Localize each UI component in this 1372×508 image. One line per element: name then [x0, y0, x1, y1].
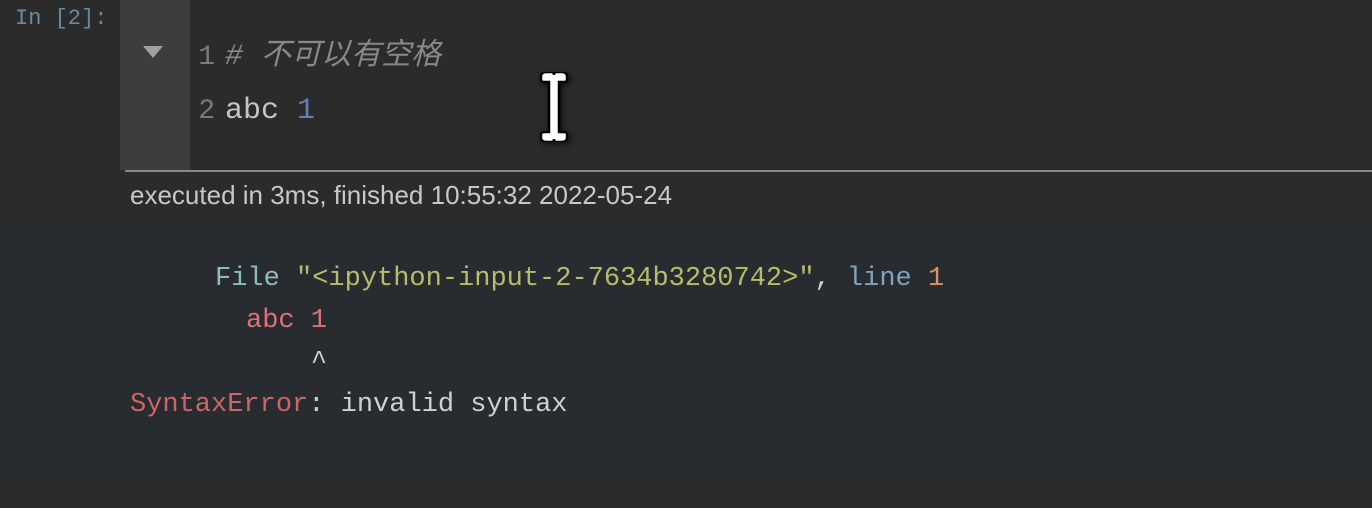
caret-indicator: ^ [311, 348, 327, 378]
identifier: abc [225, 94, 279, 128]
number-literal: 1 [297, 94, 315, 128]
traceback-file-line: File "<ipython-input-2-7634b3280742>", l… [130, 259, 1372, 301]
line-number: 1 [120, 31, 225, 85]
notebook-cell: In [2]: 1 # 不可以有空格 2 abc 1 [0, 0, 1372, 168]
file-label: File [215, 264, 280, 294]
code-editor[interactable]: 1 # 不可以有空格 2 abc 1 [120, 0, 1372, 168]
quote: " [280, 264, 312, 294]
traceback-caret-line: ^ [130, 343, 1372, 385]
code-line: 1 # 不可以有空格 [120, 30, 1372, 84]
code-comment: # 不可以有空格 [225, 30, 441, 84]
input-prompt: In [2]: [15, 6, 107, 31]
code-line: 2 abc 1 [120, 84, 1372, 138]
code-statement: abc 1 [225, 84, 315, 138]
text-cursor-icon [535, 72, 573, 142]
filename: <ipython-input-2-7634b3280742> [312, 264, 798, 294]
traceback-code-line: abc 1 [130, 301, 1372, 343]
separator: , [815, 264, 847, 294]
line-keyword: line [847, 264, 928, 294]
error-source: abc 1 [246, 306, 327, 336]
output-area: File "<ipython-input-2-7634b3280742>", l… [0, 219, 1372, 476]
line-number: 2 [120, 85, 225, 139]
error-message: invalid syntax [341, 390, 568, 420]
error-type: SyntaxError [130, 390, 308, 420]
execution-info: executed in 3ms, finished 10:55:32 2022-… [130, 172, 1372, 219]
line-number-value: 1 [928, 264, 944, 294]
traceback-error-line: SyntaxError: invalid syntax [130, 385, 1372, 427]
quote: " [798, 264, 814, 294]
error-separator: : [308, 390, 340, 420]
